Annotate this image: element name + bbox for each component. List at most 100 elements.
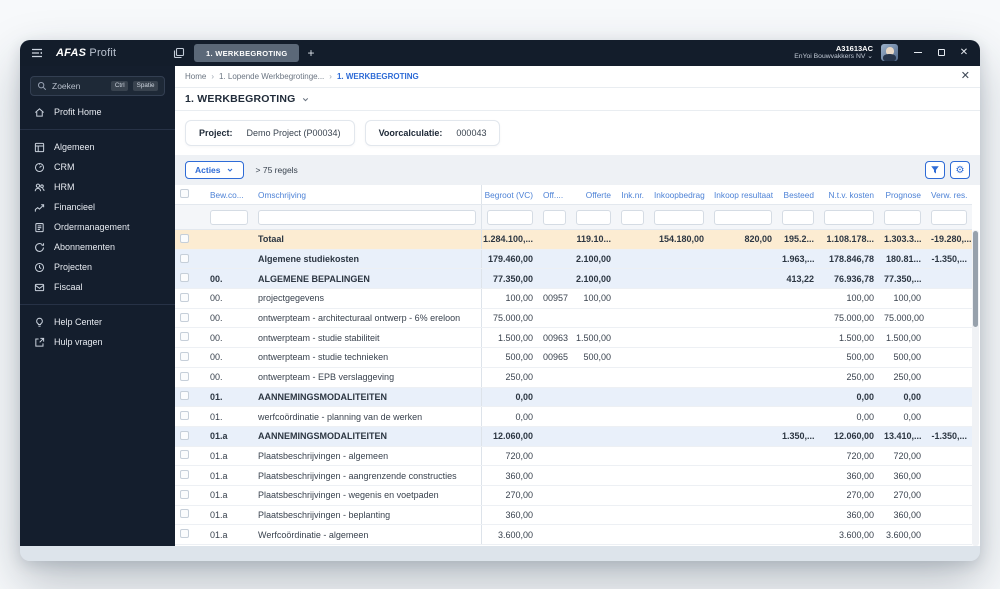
row-checkbox[interactable] [180,273,189,283]
vertical-scrollbar[interactable] [972,230,979,546]
row-checkbox[interactable] [180,411,189,421]
breadcrumb-item[interactable]: Home [185,72,206,81]
row-checkbox[interactable] [180,430,189,440]
filter-input-begroot[interactable] [487,209,533,225]
tab-werkbegroting[interactable]: 1. WERKBEGROTING [194,44,300,62]
row-checkbox[interactable] [180,253,189,263]
column-header-inknr[interactable]: Ink.nr. [616,190,649,200]
table-row[interactable]: 00. projectgegevens 100,00 00957 100,00 100,0… [175,289,972,309]
sidebar-item-label: Fiscaal [54,282,83,292]
filter-input-besteed[interactable] [782,209,814,225]
table-row[interactable]: 00. ontwerpteam - architecturaal ontwerp … [175,308,972,329]
sidebar-item-profit-home[interactable]: Profit Home [20,102,175,122]
sidebar-item-ordermanagement[interactable]: Ordermanagement [20,217,175,237]
column-header-inkoop[interactable]: Inkoopbedrag [649,190,709,200]
table-row[interactable]: Algemene studiekosten 179.460,00 2.100,00 1… [175,249,972,270]
actions-button[interactable]: Acties [185,161,244,179]
table-row[interactable]: 01.a Plaatsbeschrijvingen - aangrenzende … [175,466,972,486]
table-row[interactable]: 01.a AANNEMINGSMODALITEITEN 12.060,00 1.350… [175,426,972,447]
filter-input-verw[interactable] [931,209,967,225]
table-row[interactable]: 00. ontwerpteam - studie stabiliteit 1.500… [175,328,972,349]
sidebar-item-hulp-vragen[interactable]: Hulp vragen [20,332,175,352]
table-row[interactable]: 01.a Plaatsbeschrijvingen - beplanting 360… [175,505,972,526]
search-input[interactable]: Zoeken Ctrl Spatie [30,76,165,96]
title-chevron-down-icon[interactable] [301,95,310,104]
row-checkbox[interactable] [180,371,189,381]
scrollbar-thumb[interactable] [973,231,978,327]
table-row[interactable]: 01.a Plaatsbeschrijvingen - algemeen 720,0… [175,446,972,467]
sidebar-item-help-center[interactable]: Help Center [20,312,175,332]
sidebar-item-fiscaal[interactable]: Fiscaal [20,277,175,297]
row-checkbox[interactable] [180,332,189,342]
filter-cell-offnr [538,209,571,225]
menu-collapse-icon[interactable] [30,46,44,60]
row-checkbox[interactable] [180,351,189,361]
column-header-ntv[interactable]: N.t.v. kosten [819,190,879,200]
restore-button[interactable] [935,47,947,59]
sidebar-item-crm[interactable]: CRM [20,157,175,177]
cell-descr: ontwerpteam - studie technieken [258,352,389,363]
cell-descr: Plaatsbeschrijvingen - wegenis en voetpa… [258,490,439,501]
select-all-checkbox[interactable] [180,189,189,198]
filter-input-ntv[interactable] [824,209,874,225]
row-checkbox[interactable] [180,391,189,401]
sidebar-item-hrm[interactable]: HRM [20,177,175,197]
user-menu[interactable]: A31613AC EnYoi Bouwvakkers NV ⌄ [794,44,873,62]
sidebar-item-financieel[interactable]: Financieel [20,197,175,217]
column-header-descr[interactable]: Omschrijving [253,190,481,200]
breadcrumb-item[interactable]: 1. Lopende Werkbegrotinge... [219,72,324,81]
filter-input-inknr[interactable] [621,209,644,225]
table-row[interactable]: 01.a Werfcoördinatie - algemeen 3.600,00 3.… [175,525,972,545]
table-row[interactable]: 01. AANNEMINGSMODALITEITEN 0,00 0,00 0,00 [175,387,972,408]
filter-input-prognose[interactable] [884,209,921,225]
avatar[interactable] [881,44,898,62]
row-checkbox[interactable] [180,312,189,322]
filter-input-code[interactable] [210,209,248,225]
app-logo: AFAS Profit [56,47,116,59]
row-checkbox[interactable] [180,489,189,499]
info-card-project[interactable]: Project: Demo Project (P00034) [185,120,355,146]
sidebar-item-projecten[interactable]: Projecten [20,257,175,277]
table-row[interactable]: 00. ontwerpteam - EPB verslaggeving 250,00… [175,367,972,388]
table-row[interactable]: 01. werfcoördinatie - planning van de wer… [175,407,972,427]
column-header-offerte[interactable]: Offerte [571,190,616,200]
column-header-verw[interactable]: Verw. res. [926,190,972,200]
cell-offerte: 1.500,00 [576,332,612,343]
sidebar-item-algemeen[interactable]: Algemeen [20,137,175,157]
new-tab-button[interactable]: + [307,46,314,60]
column-header-begroot[interactable]: Begroot (VC) [481,185,538,204]
filter-button[interactable] [925,161,945,179]
filter-input-inkoop[interactable] [654,209,704,225]
table-row[interactable]: 00. ALGEMENE BEPALINGEN 77.350,00 2.100,00 4… [175,269,972,290]
sidebar-item-abonnementen[interactable]: Abonnementen [20,237,175,257]
filter-input-descr[interactable] [258,209,476,225]
cell-begroot: 360,00 [481,466,538,485]
settings-button[interactable]: ⚙ [950,161,970,179]
close-window-button[interactable]: ✕ [958,47,970,59]
info-card-voorcalculatie[interactable]: Voorcalculatie: 000043 [364,120,501,146]
table-row[interactable]: Totaal 1.284.100,... 119.10... 154.180,00 82… [175,230,972,250]
column-header-code[interactable]: Bew.co... [205,190,253,200]
row-checkbox[interactable] [180,509,189,519]
cell-prognose: 3.600,00 [885,529,921,540]
table-row[interactable]: 00. ontwerpteam - studie technieken 500,00… [175,348,972,368]
row-checkbox[interactable] [180,292,189,302]
filter-input-offnr[interactable] [543,209,566,225]
column-header-inkres[interactable]: Inkoop resultaat [709,190,777,200]
filter-input-inkres[interactable] [714,209,772,225]
row-checkbox[interactable] [180,529,189,539]
minimize-button[interactable] [912,47,924,59]
column-header-offnr[interactable]: Off.... [538,190,571,200]
cell-verw: -19.280,... [931,234,972,245]
close-page-icon[interactable]: ✕ [961,71,970,82]
row-checkbox[interactable] [180,470,189,480]
row-checkbox[interactable] [180,233,189,243]
filter-cell-inkres [709,209,777,225]
table-row[interactable]: 01.a Plaatsbeschrijvingen - wegenis en vo… [175,485,972,506]
tab-overview-icon[interactable] [172,46,186,60]
column-header-besteed[interactable]: Besteed [777,190,819,200]
row-checkbox[interactable] [180,450,189,460]
cell-sel [175,292,205,304]
filter-input-offerte[interactable] [576,209,611,225]
column-header-prognose[interactable]: Prognose [879,190,926,200]
